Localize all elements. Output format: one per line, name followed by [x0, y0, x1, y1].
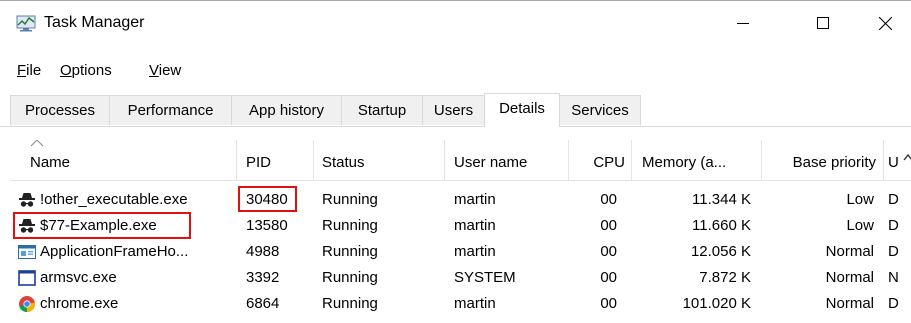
process-priority: Low	[846, 191, 874, 208]
scroll-up-arrow-icon[interactable]	[903, 150, 911, 164]
menu-options[interactable]: Options	[60, 58, 112, 84]
process-name: !other_executable.exe	[40, 191, 188, 208]
process-memory: 11.344 K	[692, 191, 751, 208]
process-memory: 12.056 K	[690, 243, 751, 260]
column-header-base-priority[interactable]: Base priority	[765, 153, 876, 173]
column-header-name[interactable]: Name	[30, 153, 70, 173]
process-cpu: 00	[600, 191, 617, 208]
window-icon	[18, 269, 36, 287]
process-pid: 13580	[246, 217, 288, 234]
spy-icon	[18, 191, 36, 209]
column-header-memory[interactable]: Memory (a...	[642, 153, 726, 173]
table-header: Name PID Status User name CPU Memory (a.…	[10, 140, 911, 181]
column-divider[interactable]	[313, 140, 314, 180]
maximize-icon	[817, 17, 829, 29]
process-extra: D	[888, 217, 899, 234]
table-row[interactable]: !other_executable.exe 30480 Running mart…	[10, 187, 911, 213]
window-title: Task Manager	[44, 14, 145, 31]
process-memory: 7.872 K	[699, 269, 751, 286]
process-status: Running	[322, 243, 378, 260]
process-cpu: 00	[600, 269, 617, 286]
process-priority: Low	[846, 217, 874, 234]
process-memory: 101.020 K	[682, 295, 751, 312]
table-row[interactable]: chrome.exe 6864 Running martin 00 101.02…	[10, 291, 911, 317]
process-user: martin	[454, 191, 496, 208]
menu-view[interactable]: View	[149, 58, 181, 84]
sort-ascending-icon	[30, 140, 44, 150]
chrome-icon	[18, 295, 36, 313]
process-name: armsvc.exe	[40, 269, 117, 286]
column-divider[interactable]	[568, 140, 569, 180]
tab-processes[interactable]: Processes	[10, 95, 110, 125]
process-status: Running	[322, 217, 378, 234]
process-priority: Normal	[825, 243, 874, 260]
process-name: chrome.exe	[40, 295, 119, 312]
tab-services[interactable]: Services	[559, 95, 641, 125]
process-user: martin	[454, 217, 496, 234]
maximize-button[interactable]	[793, 1, 853, 45]
process-priority: Normal	[825, 269, 874, 286]
tab-startup[interactable]: Startup	[341, 95, 423, 125]
process-cpu: 00	[600, 217, 617, 234]
column-header-u[interactable]: U	[888, 153, 899, 173]
column-header-cpu[interactable]: CPU	[575, 153, 625, 173]
title-bar[interactable]: Task Manager	[0, 1, 911, 45]
tab-details[interactable]: Details	[484, 93, 560, 127]
minimize-icon	[737, 23, 749, 24]
close-icon	[878, 16, 892, 30]
process-extra: D	[888, 191, 899, 208]
process-name: ApplicationFrameHo...	[40, 243, 189, 260]
table-row[interactable]: ApplicationFrameHo... 4988 Running marti…	[10, 239, 911, 265]
menu-file[interactable]: File	[17, 58, 41, 84]
minimize-button[interactable]	[713, 1, 773, 45]
tab-performance[interactable]: Performance	[109, 95, 232, 125]
highlight-box-pid	[238, 186, 297, 212]
column-divider[interactable]	[444, 140, 445, 180]
process-user: SYSTEM	[454, 269, 516, 286]
process-pid: 6864	[246, 295, 280, 312]
process-extra: D	[888, 243, 899, 260]
process-status: Running	[322, 269, 378, 286]
process-cpu: 00	[600, 243, 617, 260]
process-memory: 11.660 K	[692, 217, 751, 234]
process-status: Running	[322, 191, 378, 208]
column-divider[interactable]	[236, 140, 237, 180]
process-priority: Normal	[825, 295, 874, 312]
highlight-box-process-name	[13, 212, 191, 239]
app-frame-icon	[18, 243, 36, 261]
tab-strip-divider	[0, 126, 911, 127]
process-user: martin	[454, 243, 496, 260]
process-pid: 3392	[246, 269, 280, 286]
process-extra: D	[888, 295, 899, 312]
close-button[interactable]	[855, 1, 911, 45]
table-row[interactable]: armsvc.exe 3392 Running SYSTEM 00 7.872 …	[10, 265, 911, 291]
column-header-pid[interactable]: PID	[246, 153, 271, 173]
column-divider[interactable]	[631, 140, 632, 180]
task-manager-icon	[16, 13, 36, 33]
column-divider[interactable]	[761, 140, 762, 180]
column-header-status[interactable]: Status	[322, 153, 365, 173]
tab-strip: Processes Performance App history Startu…	[0, 93, 911, 127]
process-extra: N	[888, 269, 899, 286]
process-pid: 4988	[246, 243, 280, 260]
process-status: Running	[322, 295, 378, 312]
column-divider[interactable]	[883, 140, 884, 180]
tab-users[interactable]: Users	[422, 95, 485, 125]
process-cpu: 00	[600, 295, 617, 312]
process-user: martin	[454, 295, 496, 312]
tab-app-history[interactable]: App history	[231, 95, 342, 125]
column-header-user-name[interactable]: User name	[454, 153, 527, 173]
